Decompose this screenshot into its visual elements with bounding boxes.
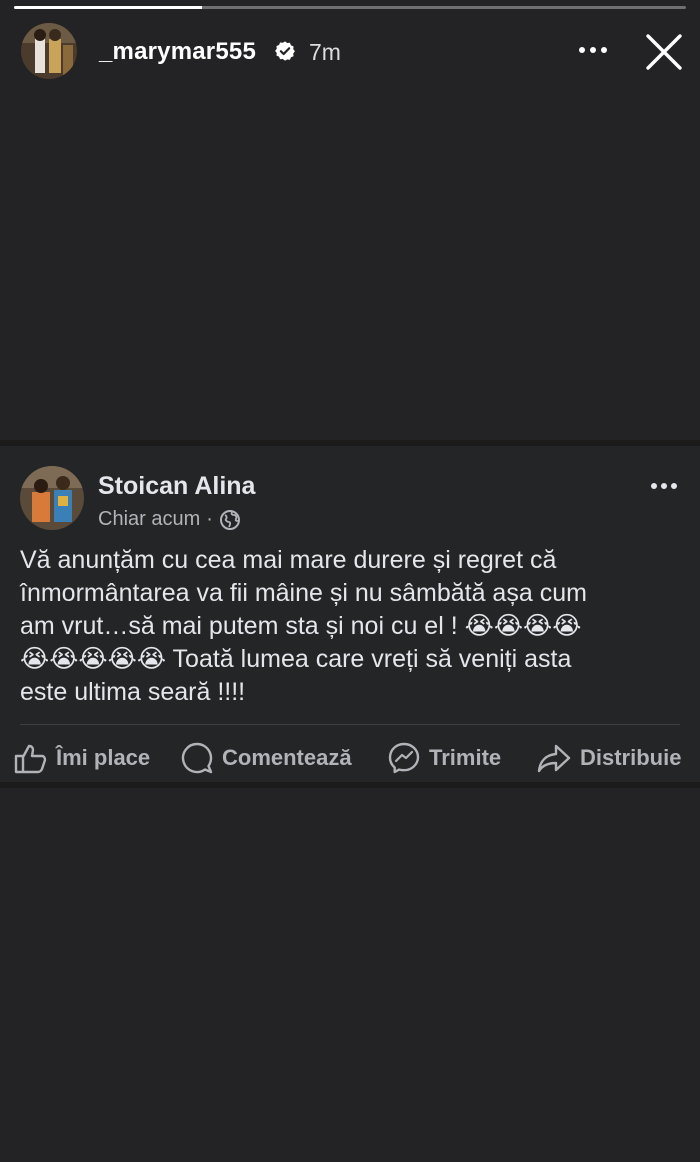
story-avatar[interactable] — [21, 23, 77, 79]
meta-separator: · — [206, 508, 213, 530]
post-actions: Îmi place Comentează Trimite Distribuie — [0, 736, 700, 782]
story-header: _marymar555 7m — [0, 18, 700, 88]
comment-button[interactable]: Comentează — [180, 740, 352, 776]
share-label: Distribuie — [580, 745, 682, 770]
more-dots-icon[interactable] — [577, 42, 609, 58]
post-text-line: 😭😭😭😭😭 Toată lumea care vreți să veniți a… — [20, 645, 572, 673]
post-text: Vă anunțăm cu cea mai mare durere și reg… — [20, 544, 680, 709]
post-author-avatar[interactable] — [20, 466, 84, 530]
facebook-post-card: Stoican Alina Chiar acum · Vă anunțăm cu… — [0, 440, 700, 788]
story-progress-fill — [14, 6, 203, 9]
send-label: Trimite — [429, 745, 502, 770]
share-arrow-icon — [537, 744, 571, 773]
post-more-icon[interactable] — [650, 480, 678, 492]
post-text-line: înmormântarea va fii mâine și nu sâmbătă… — [20, 579, 587, 607]
post-text-line: am vrut…să mai putem sta și noi cu el ! … — [20, 612, 582, 640]
story-username[interactable]: _marymar555 — [99, 38, 256, 66]
like-label: Îmi place — [56, 745, 151, 770]
send-button[interactable]: Trimite — [387, 740, 501, 776]
post-meta: Chiar acum · — [98, 508, 241, 531]
comment-label: Comentează — [222, 745, 352, 770]
share-button[interactable]: Distribuie — [536, 740, 681, 776]
like-button[interactable]: Îmi place — [14, 740, 150, 776]
comment-icon — [181, 742, 213, 774]
post-text-line: este ultima seară !!!! — [20, 678, 246, 706]
post-author-name[interactable]: Stoican Alina — [98, 472, 255, 501]
close-icon[interactable] — [644, 32, 684, 72]
story-progress-bar — [14, 6, 686, 9]
post-divider — [20, 724, 680, 725]
post-text-line: Vă anunțăm cu cea mai mare durere și reg… — [20, 546, 557, 574]
story-time: 7m — [309, 39, 341, 65]
messenger-icon — [388, 742, 420, 774]
globe-icon — [219, 509, 240, 530]
verified-badge-icon — [275, 41, 295, 61]
thumbs-up-icon — [14, 744, 47, 774]
post-timestamp[interactable]: Chiar acum — [98, 508, 200, 531]
